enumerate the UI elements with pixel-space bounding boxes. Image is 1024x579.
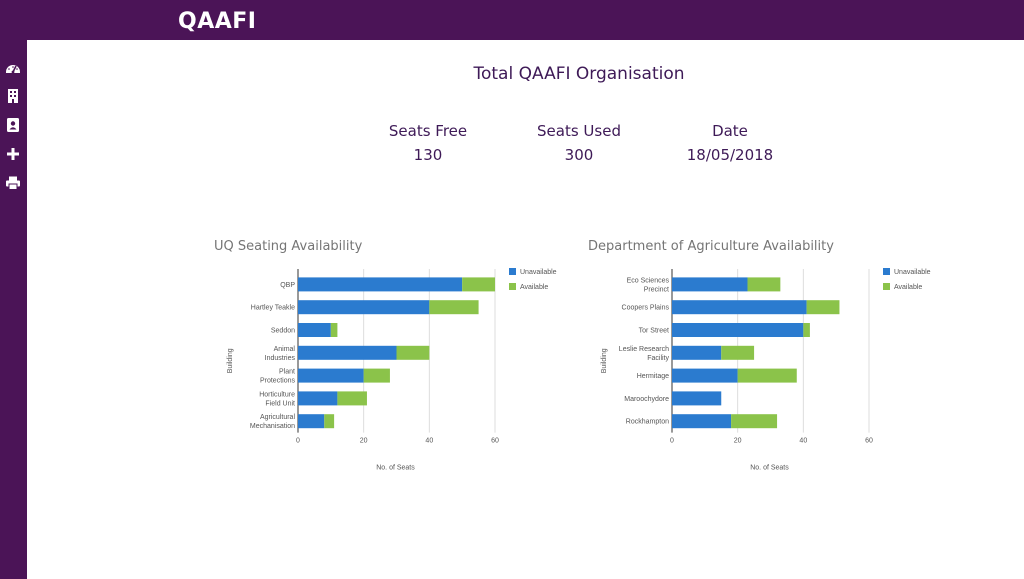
bar-available [731,414,778,429]
bar-unavailable [298,414,325,429]
category-label: Agricultural [260,414,295,421]
chart-title-agriculture: Department of Agriculture Availability [588,239,834,254]
bar-available [363,368,390,383]
y-axis-title: Building [227,348,234,373]
x-axis-title: No. of Seats [376,465,415,472]
legend-swatch-available [883,283,890,290]
category-label: Coopers Plains [622,305,670,312]
bar-available [337,391,367,406]
category-label: Protections [260,378,296,385]
x-tick-label: 60 [865,438,873,445]
stat-date: Date 18/05/2018 [650,122,810,164]
category-label: Seddon [271,328,295,335]
legend-swatch-available [509,283,516,290]
x-tick-label: 20 [360,438,368,445]
bar-unavailable [672,277,748,292]
page-title: Total QAAFI Organisation [473,64,685,84]
legend-label: Available [520,284,548,291]
print-icon[interactable] [5,175,21,191]
bar-available [324,414,335,429]
uq-seating-chart: 0 20 40 60 QBP Hartley Teakle Seddon Animal Indu… [227,268,557,472]
x-tick-label: 60 [491,438,499,445]
bar-available [737,368,797,383]
category-label: Leslie Research [619,346,669,353]
category-label: Horticulture [259,391,295,398]
category-label: Hartley Teakle [251,305,295,312]
bar-unavailable [672,323,804,337]
bar-available [803,323,810,337]
contacts-icon[interactable] [5,117,21,133]
stat-label: Seats Used [537,122,621,140]
stat-value: 18/05/2018 [686,146,774,164]
legend-swatch-unavailable [509,268,516,275]
category-label: Plant [279,369,295,376]
x-tick-label: 40 [799,438,807,445]
x-tick-label: 0 [296,438,300,445]
category-label: Mechanisation [250,423,295,430]
stat-label: Seats Free [388,122,468,140]
bar-unavailable [298,391,338,406]
category-label: Precinct [644,286,669,293]
bar-available [806,300,840,315]
legend-label: Available [894,284,922,291]
category-label: Rockhampton [626,419,669,426]
bar-available [330,323,338,337]
bar-available [429,300,479,315]
stat-value: 300 [564,146,594,164]
bar-available [462,277,495,292]
x-tick-label: 40 [425,438,433,445]
agriculture-seating-chart: 0 20 40 60 Eco Sciences Precinct Coopers Plain… [601,268,931,472]
x-axis-title: No. of Seats [750,465,789,472]
legend-label: Unavailable [520,269,557,276]
building-icon[interactable] [5,88,21,104]
bar-unavailable [672,368,738,383]
y-axis-title: Building [601,348,608,373]
stat-value: 130 [413,146,443,164]
x-tick-label: 20 [734,438,742,445]
bar-available [396,345,430,360]
category-label: Animal [274,346,296,353]
legend-swatch-unavailable [883,268,890,275]
bar-unavailable [672,300,807,315]
top-bar: QAAFI [0,0,1024,40]
chart-title-uq: UQ Seating Availability [214,239,363,254]
category-label: Field Unit [265,400,295,407]
sidebar [0,40,27,579]
category-label: Tor Street [639,328,669,335]
bar-unavailable [298,323,331,337]
bar-unavailable [672,345,722,360]
bar-available [721,345,755,360]
category-label: Maroochydore [624,396,669,403]
category-label: Eco Sciences [627,277,670,284]
category-label: QBP [280,282,295,289]
x-tick-label: 0 [670,438,674,445]
bar-unavailable [298,300,430,315]
legend-label: Unavailable [894,269,931,276]
bar-available [747,277,781,292]
category-label: Industries [265,355,296,362]
bar-unavailable [672,391,722,406]
bar-unavailable [298,368,364,383]
stat-seats-free: Seats Free 130 [348,122,508,164]
stat-label: Date [712,122,748,140]
stat-seats-used: Seats Used 300 [499,122,659,164]
app-brand[interactable]: QAAFI [178,9,256,34]
category-label: Hermitage [637,373,669,380]
category-label: Facility [647,355,669,362]
bar-unavailable [672,414,732,429]
bar-unavailable [298,345,397,360]
plus-icon[interactable] [5,146,21,162]
bar-unavailable [298,277,463,292]
